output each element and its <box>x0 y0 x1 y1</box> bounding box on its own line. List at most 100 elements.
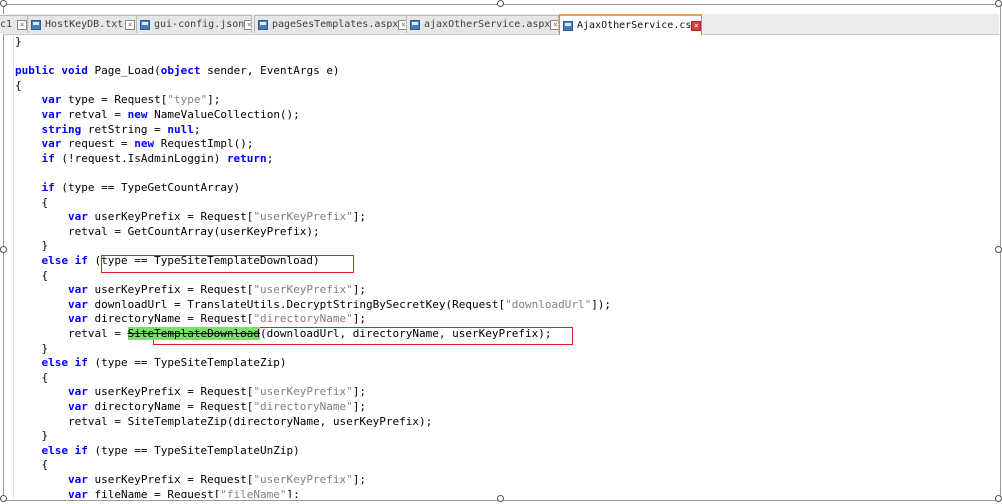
code-token: (type == TypeSiteTemplateZip) <box>87 356 287 370</box>
close-icon[interactable]: × <box>550 19 558 30</box>
keyword-token: var <box>67 400 88 413</box>
code-line: string retString = null; <box>15 122 201 138</box>
resize-handle-br[interactable] <box>995 495 1002 502</box>
code-line: var userKeyPrefix = Request["userKeyPref… <box>15 210 366 225</box>
code-token: { <box>15 268 49 282</box>
code-token: type = Request[ <box>61 93 168 107</box>
code-editor[interactable]: } public void Page_Load(object sender, Ev… <box>4 35 998 498</box>
keyword-token: else if <box>41 356 88 370</box>
string-token: "type" <box>167 93 208 107</box>
code-token: retString = <box>81 122 168 136</box>
tab-3[interactable]: pageSesTemplates.aspx × <box>254 15 407 33</box>
keyword-token: public <box>15 64 55 78</box>
code-token: retval = <box>61 108 128 121</box>
code-token: Page_Load( <box>87 64 161 78</box>
code-line: } <box>15 239 48 254</box>
code-line: var retval = new NameValueCollection(); <box>15 108 300 123</box>
file-icon <box>31 19 41 30</box>
keyword-token: if <box>41 181 55 194</box>
code-token: (!request.IsAdminLoggin) <box>54 151 227 165</box>
code-line: if (!request.IsAdminLoggin) return; <box>15 151 274 167</box>
keyword-token: var <box>67 487 88 498</box>
highlighted-token: SiteTemplateDownload <box>127 327 261 340</box>
code-token: { <box>15 458 49 472</box>
code-token: NameValueCollection(); <box>147 108 300 121</box>
tab-1[interactable]: HostKeyDB.txt × <box>27 15 137 33</box>
resize-handle-tl[interactable] <box>0 0 7 7</box>
code-line: { <box>15 371 48 386</box>
resize-handle-mr[interactable] <box>995 246 1002 253</box>
close-icon[interactable]: × <box>125 19 135 30</box>
keyword-token: var <box>67 210 88 224</box>
keyword-token: var <box>67 473 88 486</box>
code-token: retval = GetCountArray(userKeyPrefix); <box>15 224 320 238</box>
keyword-token: string <box>41 122 82 136</box>
resize-handle-bc[interactable] <box>497 495 504 502</box>
code-line: else if (type == TypeSiteTemplateZip) <box>15 356 287 371</box>
code-line: var type = Request["type"]; <box>15 93 221 108</box>
code-line: if (type == TypeGetCountArray) <box>15 181 241 196</box>
code-token: directoryName = Request[ <box>87 400 254 413</box>
keyword-token: return <box>226 151 267 165</box>
resize-handle-tr[interactable] <box>995 0 1002 7</box>
code-token: } <box>15 341 49 355</box>
code-token: (type == TypeSiteTemplateUnZip) <box>87 443 300 457</box>
code-line: retval = GetCountArray(userKeyPrefix); <box>15 225 320 240</box>
tab-label: c1 <box>0 19 13 30</box>
code-token: ]; <box>207 93 221 107</box>
resize-handle-ml[interactable] <box>0 246 7 253</box>
code-token: (downloadUrl, directoryName, userKeyPref… <box>260 327 552 340</box>
code-line: } <box>15 35 22 50</box>
close-icon[interactable]: × <box>17 19 27 30</box>
code-token: } <box>15 35 22 48</box>
tab-label: HostKeyDB.txt <box>45 19 124 30</box>
code-line: var fileName = Request["fileName"]; <box>15 488 300 498</box>
string-token: "fileName" <box>220 487 287 498</box>
resize-handle-bl[interactable] <box>0 495 7 502</box>
file-icon <box>140 19 150 30</box>
tab-2[interactable]: gui-config.json × <box>136 15 252 33</box>
keyword-token: new <box>127 108 148 121</box>
string-token: "userKeyPrefix" <box>253 473 353 486</box>
tab-4[interactable]: ajaxOtherService.aspx × <box>406 15 559 33</box>
resize-handle-tc[interactable] <box>497 0 504 7</box>
code-line: else if (type == TypeSiteTemplateUnZip) <box>15 444 300 459</box>
keyword-token: null <box>167 122 194 136</box>
close-icon[interactable]: × <box>691 20 701 31</box>
close-icon[interactable]: × <box>244 19 251 30</box>
tab-5[interactable]: AjaxOtherService.cs × <box>559 14 702 35</box>
code-token: ]; <box>352 283 367 297</box>
code-token: ]); <box>591 297 612 311</box>
keyword-token: new <box>134 137 155 151</box>
code-token: ]; <box>352 312 367 326</box>
keyword-token: else if <box>41 254 88 267</box>
keyword-token: var <box>41 108 62 121</box>
code-line: var userKeyPrefix = Request["userKeyPref… <box>15 283 366 298</box>
code-token: request = <box>61 137 135 151</box>
keyword-token: var <box>67 385 88 399</box>
code-line: { <box>15 79 22 94</box>
code-token: ; <box>266 151 274 165</box>
code-line: retval = SiteTemplateDownload(downloadUr… <box>15 327 551 342</box>
string-token: "downloadUrl" <box>505 297 592 311</box>
code-line: retval = SiteTemplateZip(directoryName, … <box>15 415 432 430</box>
tab-0[interactable]: c1 × <box>0 15 29 33</box>
keyword-token: void <box>61 64 88 78</box>
code-token: ]; <box>352 400 367 413</box>
string-token: "directoryName" <box>253 400 353 413</box>
file-icon <box>258 19 268 30</box>
keyword-token: object <box>160 64 201 78</box>
code-line: else if (type == TypeSiteTemplateDownloa… <box>15 254 320 269</box>
code-token: (type == TypeSiteTemplateDownload) <box>87 254 320 267</box>
string-token: "userKeyPrefix" <box>253 283 353 297</box>
code-token: sender, EventArgs e) <box>200 64 340 78</box>
keyword-token: var <box>41 93 62 107</box>
code-line: var userKeyPrefix = Request["userKeyPref… <box>15 473 366 488</box>
